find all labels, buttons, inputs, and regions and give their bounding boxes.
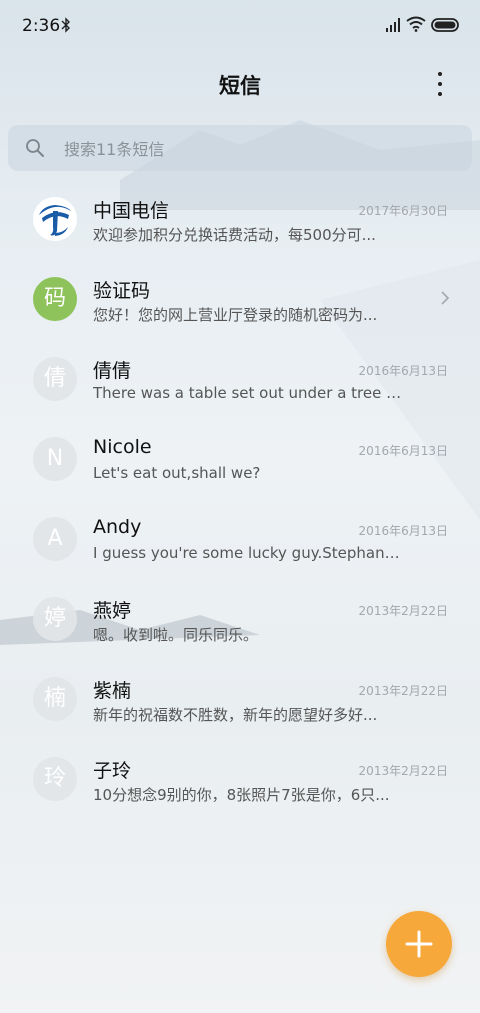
status-bar: 2:36	[0, 0, 480, 52]
conversation-row[interactable]: N Nicole 2016年6月13日 Let's eat out,shall …	[0, 420, 480, 500]
avatar: 倩	[33, 357, 77, 401]
avatar: 楠	[33, 677, 77, 721]
bluetooth-icon	[61, 17, 70, 33]
message-snippet: Let's eat out,shall we?	[93, 464, 261, 482]
contact-name: 中国电信	[93, 200, 170, 222]
avatar: 玲	[33, 757, 77, 801]
message-date: 2016年6月13日	[358, 364, 448, 378]
more-dot	[438, 82, 442, 86]
contact-name: Andy	[93, 516, 142, 538]
message-date: 2016年6月13日	[358, 524, 448, 538]
message-snippet: 10分想念9别的你，8张照片7张是你，6只...	[93, 786, 390, 804]
message-snippet: There was a table set out under a tree i…	[93, 384, 403, 402]
new-message-button[interactable]	[386, 911, 452, 977]
message-date: 2017年6月30日	[358, 204, 448, 218]
chevron-right-icon	[441, 291, 450, 305]
app-header: 短信	[0, 52, 480, 116]
message-snippet: 嗯。收到啦。同乐同乐。	[93, 626, 259, 644]
avatar: N	[33, 437, 77, 481]
more-dot	[438, 72, 442, 76]
battery-icon	[431, 18, 459, 32]
message-snippet: 您好！您的网上营业厅登录的随机密码为...	[93, 306, 378, 324]
more-options-button[interactable]	[428, 70, 452, 98]
avatar	[33, 197, 77, 241]
more-dot	[438, 92, 442, 96]
search-input[interactable]	[62, 125, 446, 173]
china-telecom-logo-icon	[34, 198, 76, 240]
status-time: 2:36	[22, 16, 61, 36]
conversation-row[interactable]: 玲 子玲 2013年2月22日 10分想念9别的你，8张照片7张是你，6只...	[0, 740, 480, 820]
contact-name: 子玲	[93, 760, 132, 782]
avatar: A	[33, 517, 77, 561]
conversation-row-verification-code[interactable]: 码 验证码 您好！您的网上营业厅登录的随机密码为...	[0, 260, 480, 340]
search-bar[interactable]	[8, 125, 472, 173]
signal-icon	[386, 18, 400, 32]
page-title: 短信	[219, 74, 261, 98]
avatar: 码	[33, 277, 77, 321]
message-date: 2013年2月22日	[358, 604, 448, 618]
message-date: 2013年2月22日	[358, 764, 448, 778]
message-date: 2013年2月22日	[358, 684, 448, 698]
conversation-row[interactable]: 楠 紫楠 2013年2月22日 新年的祝福数不胜数，新年的愿望好多好...	[0, 660, 480, 740]
conversation-row[interactable]: A Andy 2016年6月13日 I guess you're some lu…	[0, 500, 480, 580]
conversation-row-china-telecom[interactable]: 中国电信 2017年6月30日 欢迎参加积分兑换话费活动，每500分可...	[0, 180, 480, 260]
contact-name: Nicole	[93, 436, 152, 458]
message-snippet: 欢迎参加积分兑换话费活动，每500分可...	[93, 226, 376, 244]
message-date: 2016年6月13日	[358, 444, 448, 458]
message-snippet: I guess you're some lucky guy.Stephani..…	[93, 544, 403, 562]
search-icon	[26, 139, 44, 157]
contact-name: 燕婷	[93, 600, 132, 622]
wifi-icon	[406, 16, 426, 32]
plus-icon	[405, 930, 433, 958]
conversation-row[interactable]: 婷 燕婷 2013年2月22日 嗯。收到啦。同乐同乐。	[0, 580, 480, 660]
contact-name: 验证码	[93, 280, 151, 302]
contact-name: 倩倩	[93, 360, 132, 382]
conversation-list: 中国电信 2017年6月30日 欢迎参加积分兑换话费活动，每500分可... 码…	[0, 180, 480, 820]
conversation-row[interactable]: 倩 倩倩 2016年6月13日 There was a table set ou…	[0, 340, 480, 420]
message-snippet: 新年的祝福数不胜数，新年的愿望好多好...	[93, 706, 378, 724]
contact-name: 紫楠	[93, 680, 132, 702]
avatar: 婷	[33, 597, 77, 641]
